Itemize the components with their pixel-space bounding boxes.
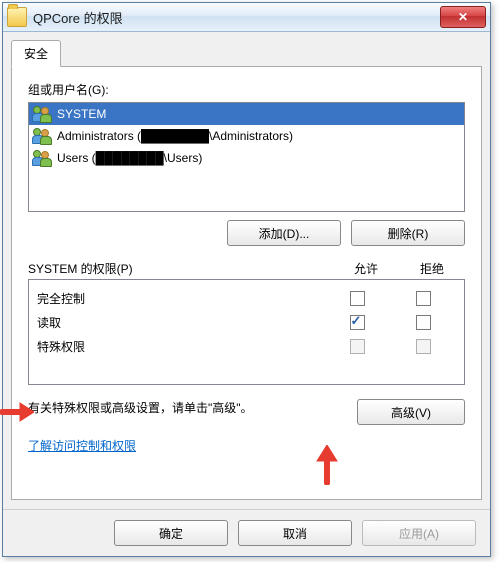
add-button[interactable]: 添加(D)... [227, 220, 341, 246]
permission-name: 完全控制 [37, 290, 324, 307]
dialog-window: QPCore 的权限 ✕ 安全 组或用户名(G): SYSTEM Admin [2, 2, 491, 557]
deny-checkbox[interactable] [416, 315, 431, 330]
allow-checkbox[interactable] [350, 291, 365, 306]
list-item-label: Users (████████\Users) [57, 151, 202, 165]
permissions-header-label: SYSTEM 的权限(P) [28, 260, 333, 277]
advanced-row: 有关特殊权限或高级设置，请单击"高级"。 高级(V) [28, 399, 465, 425]
groups-label: 组或用户名(G): [28, 81, 465, 98]
deny-checkbox[interactable] [416, 291, 431, 306]
permissions-listbox: 完全控制 读取 特殊权限 [28, 279, 465, 385]
advanced-button[interactable]: 高级(V) [357, 399, 465, 425]
tab-security[interactable]: 安全 [11, 40, 61, 67]
window-title: QPCore 的权限 [33, 8, 440, 27]
groups-button-row: 添加(D)... 删除(R) [28, 220, 465, 246]
titlebar: QPCore 的权限 ✕ [3, 3, 490, 32]
remove-button[interactable]: 删除(R) [351, 220, 465, 246]
permission-row: 读取 [37, 310, 456, 334]
permission-name: 特殊权限 [37, 338, 324, 355]
permissions-header: SYSTEM 的权限(P) 允许 拒绝 [28, 260, 465, 277]
users-group-icon [33, 150, 51, 166]
apply-button: 应用(A) [362, 520, 476, 546]
column-deny: 拒绝 [399, 260, 465, 277]
users-group-icon [33, 106, 51, 122]
close-icon: ✕ [458, 10, 468, 24]
list-item-label: SYSTEM [57, 107, 106, 121]
list-item-label: Administrators (████████\Administrators) [57, 129, 293, 143]
tab-panel-security: 组或用户名(G): SYSTEM Administrators (███████… [11, 66, 482, 500]
list-item[interactable]: SYSTEM [29, 103, 464, 125]
cancel-button[interactable]: 取消 [238, 520, 352, 546]
permission-name: 读取 [37, 314, 324, 331]
allow-checkbox[interactable] [350, 315, 365, 330]
help-link[interactable]: 了解访问控制和权限 [28, 437, 465, 454]
close-button[interactable]: ✕ [440, 6, 486, 28]
dialog-button-row: 确定 取消 应用(A) [3, 509, 490, 556]
allow-checkbox [350, 339, 365, 354]
permission-row: 特殊权限 [37, 334, 456, 358]
groups-listbox[interactable]: SYSTEM Administrators (████████\Administ… [28, 102, 465, 212]
tabstrip: 安全 [3, 32, 490, 67]
deny-checkbox [416, 339, 431, 354]
list-item[interactable]: Administrators (████████\Administrators) [29, 125, 464, 147]
column-allow: 允许 [333, 260, 399, 277]
list-item[interactable]: Users (████████\Users) [29, 147, 464, 169]
folder-icon [7, 7, 27, 27]
ok-button[interactable]: 确定 [114, 520, 228, 546]
users-group-icon [33, 128, 51, 144]
advanced-text: 有关特殊权限或高级设置，请单击"高级"。 [28, 399, 345, 417]
permission-row: 完全控制 [37, 286, 456, 310]
